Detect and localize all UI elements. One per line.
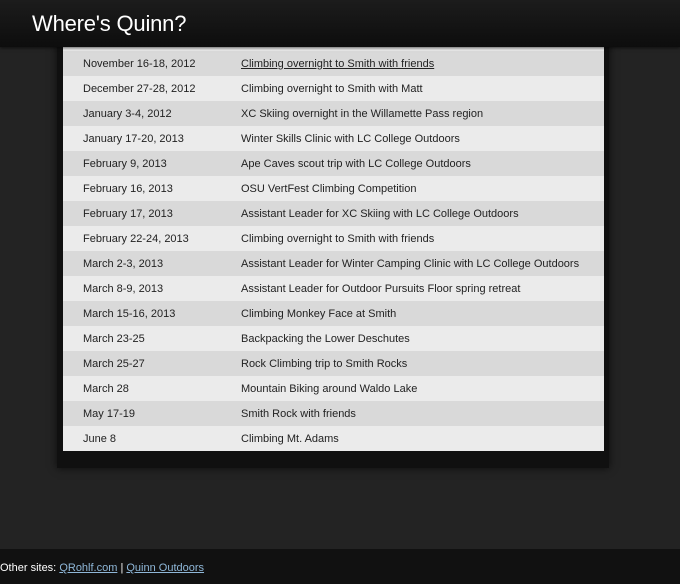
trip-event: OSU VertFest Climbing Competition	[241, 182, 417, 195]
trip-event: Assistant Leader for Winter Camping Clin…	[241, 257, 580, 270]
trip-date: March 8-9, 2013	[83, 282, 164, 295]
trip-event: Ape Caves scout trip with LC College Out…	[241, 157, 471, 170]
trip-row: March 15-16, 2013 Climbing Monkey Face at…	[63, 301, 604, 326]
trip-event: Rock Climbing trip to Smith Rocks	[241, 357, 408, 370]
site-header: Where's Quinn?	[0, 0, 680, 47]
trip-row: June 8 Climbing Mt. Adams	[63, 426, 604, 451]
trip-event: Mountain Biking around Waldo Lake	[241, 382, 418, 395]
site-footer: Other sites: QRohlf.com | Quinn Outdoors	[0, 549, 680, 584]
trip-event: Winter Skills Clinic with LC College Out…	[241, 132, 460, 145]
trip-row: January 17-20, 2013 Winter Skills Clinic …	[63, 126, 604, 151]
trip-date: January 3-4, 2012	[83, 107, 172, 120]
trip-date: February 17, 2013	[83, 207, 173, 220]
trip-row: February 22-24, 2013 Climbing overnight t…	[63, 226, 604, 251]
trip-row: December 27-28, 2012 Climbing overnight t…	[63, 76, 604, 101]
trip-event: Climbing overnight to Smith with friends	[241, 232, 435, 245]
trips-table: October 19-21, 2012Climbing overnight to…	[63, 26, 604, 451]
trip-row: February 9, 2013 Ape Caves scout trip wit…	[63, 151, 604, 176]
trip-row: March 23-25 Backpacking the Lower Deschut…	[63, 326, 604, 351]
site-title[interactable]: Where's Quinn?	[32, 11, 186, 37]
footer-separator: |	[120, 562, 124, 574]
footer-link-qrohlf[interactable]: QRohlf.com	[59, 562, 117, 574]
trip-row: March 8-9, 2013 Assistant Leader for Outd…	[63, 276, 604, 301]
trip-row: March 2-3, 2013 Assistant Leader for Wint…	[63, 251, 604, 276]
trip-row: May 17-19 Smith Rock with friends	[63, 401, 604, 426]
trip-row: March 25-27 Rock Climbing trip to Smith R…	[63, 351, 604, 376]
trip-row: January 3-4, 2012 XC Skiing overnight in …	[63, 101, 604, 126]
trip-event: Backpacking the Lower Deschutes	[241, 332, 410, 345]
trip-date: March 2-3, 2013	[83, 257, 164, 270]
trip-event: Climbing Monkey Face at Smith	[241, 307, 397, 320]
trip-event: Smith Rock with friends	[241, 407, 356, 420]
trip-row: February 16, 2013 OSU VertFest Climbing C…	[63, 176, 604, 201]
trip-event: Climbing overnight to Smith with Matt	[241, 82, 423, 95]
trip-date: March 15-16, 2013	[83, 307, 176, 320]
footer-link-quinn-outdoors[interactable]: Quinn Outdoors	[126, 562, 204, 574]
trip-date: March 25-27	[83, 357, 145, 370]
trip-date: January 17-20, 2013	[83, 132, 184, 145]
trip-date: November 16-18, 2012	[83, 57, 196, 70]
trip-date: June 8	[83, 432, 117, 445]
trips-panel: October 19-21, 2012Climbing overnight to…	[57, 26, 609, 468]
trip-date: February 16, 2013	[83, 182, 173, 195]
trip-date: March 23-25	[83, 332, 145, 345]
trip-event-link[interactable]: Climbing overnight to Smith with friends	[241, 58, 604, 70]
trip-row: March 28 Mountain Biking around Waldo Lak…	[63, 376, 604, 401]
footer-text: Other sites: QRohlf.com | Quinn Outdoors	[0, 562, 204, 574]
trip-date: February 22-24, 2013	[83, 232, 189, 245]
trip-event: Assistant Leader for Outdoor Pursuits Fl…	[241, 282, 521, 295]
trip-event: Climbing Mt. Adams	[241, 432, 339, 445]
trip-date: February 9, 2013	[83, 157, 167, 170]
trip-date: March 28	[83, 382, 129, 395]
trip-row: November 16-18, 2012 Climbing overnight t…	[63, 51, 604, 76]
trip-event: Assistant Leader for XC Skiing with LC C…	[241, 207, 519, 220]
trip-date: May 17-19	[83, 407, 135, 420]
trip-event: XC Skiing overnight in the Willamette Pa…	[241, 107, 484, 120]
trip-row: February 17, 2013 Assistant Leader for XC…	[63, 201, 604, 226]
trip-date: December 27-28, 2012	[83, 82, 196, 95]
footer-label: Other sites:	[0, 562, 57, 574]
